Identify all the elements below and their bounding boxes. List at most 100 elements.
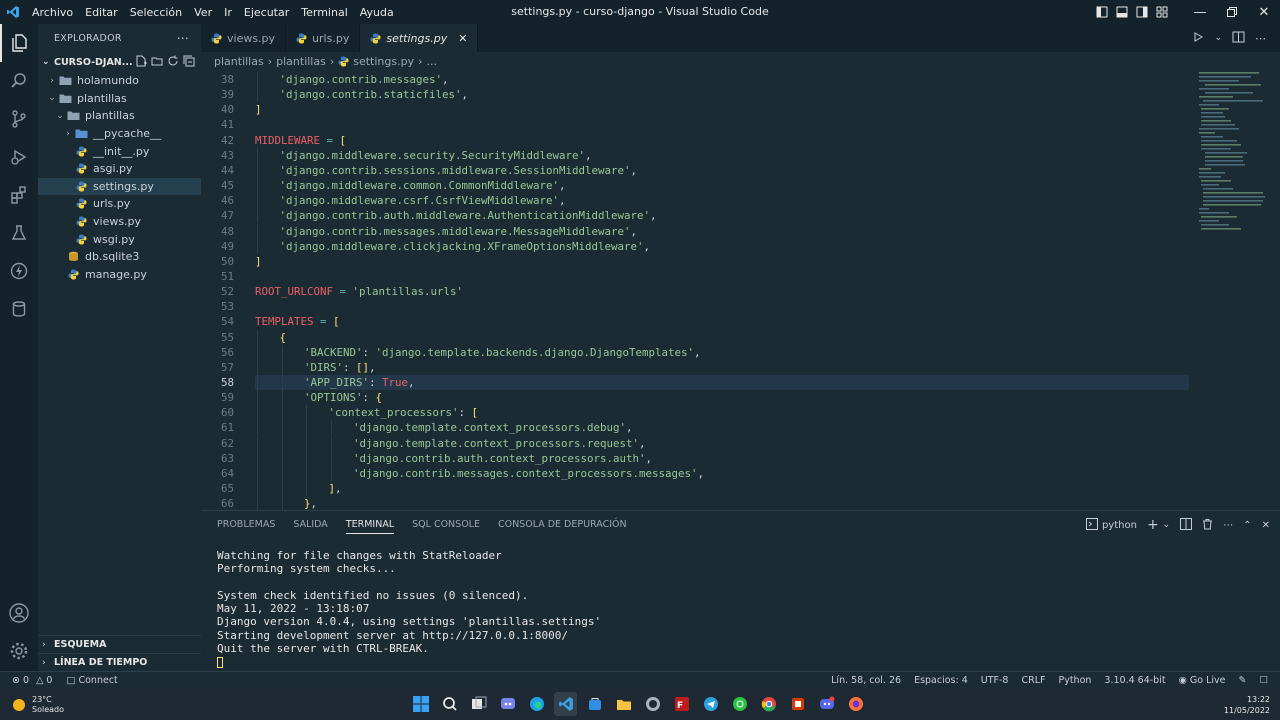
menu-item-archivo[interactable]: Archivo	[26, 6, 79, 19]
toggle-secondary-sidebar-icon[interactable]	[1134, 0, 1150, 24]
toggle-sidebar-icon[interactable]	[1094, 0, 1110, 24]
split-editor-icon[interactable]	[1232, 31, 1245, 46]
tab-urls[interactable]: urls.py	[286, 24, 361, 52]
extensions-icon[interactable]	[0, 176, 38, 214]
python-interpreter[interactable]: 3.10.4 64-bit	[1104, 675, 1165, 686]
panel-tab-salida[interactable]: SALIDA	[293, 519, 327, 530]
task-view-icon[interactable]	[467, 692, 490, 716]
accounts-icon[interactable]	[0, 594, 38, 632]
new-file-icon[interactable]	[135, 55, 147, 70]
project-folder-header[interactable]: ⌄ CURSO-DJAN...	[38, 52, 201, 72]
edge-browser-icon[interactable]	[525, 692, 548, 716]
menu-item-selección[interactable]: Selección	[124, 6, 188, 19]
end-of-line[interactable]: CRLF	[1021, 675, 1045, 686]
close-panel-icon[interactable]: ✕	[1262, 520, 1270, 531]
menu-item-ejecutar[interactable]: Ejecutar	[238, 6, 295, 19]
tree-item-urlspy[interactable]: urls.py	[38, 195, 201, 213]
testing-flask-icon[interactable]	[0, 214, 38, 252]
search-icon[interactable]	[0, 62, 38, 100]
breadcrumb-item[interactable]: plantillas	[214, 55, 264, 68]
feedback-icon[interactable]: ✎	[1239, 675, 1247, 686]
github-icon[interactable]	[641, 692, 664, 716]
more-actions-icon[interactable]: ⋯	[1255, 32, 1266, 45]
weather-widget[interactable]: 23°C Soleado	[0, 695, 64, 715]
firefox-icon[interactable]	[844, 692, 867, 716]
close-window-button[interactable]: ✕	[1248, 0, 1280, 24]
tree-item-managepy[interactable]: manage.py	[38, 266, 201, 284]
tree-item-dbsqlite3[interactable]: db.sqlite3	[38, 248, 201, 266]
panel-tab-terminal[interactable]: TERMINAL	[345, 515, 395, 534]
run-debug-icon[interactable]	[0, 138, 38, 176]
discord-icon[interactable]	[815, 692, 838, 716]
menu-item-ayuda[interactable]: Ayuda	[354, 6, 400, 19]
thunder-client-icon[interactable]	[0, 252, 38, 290]
trash-icon[interactable]	[1202, 518, 1213, 533]
terminal-output[interactable]: Watching for file changes with StatReloa…	[217, 549, 601, 669]
tree-item-plantillas[interactable]: ⌄ plantillas	[38, 90, 201, 108]
tree-item-initpy[interactable]: __init__.py	[38, 142, 201, 160]
database-icon[interactable]	[0, 290, 38, 328]
cursor-position[interactable]: Lín. 58, col. 26	[831, 675, 901, 686]
breadcrumb-item[interactable]: plantillas	[276, 55, 326, 68]
problems-indicator[interactable]: ⊗ 0 △ 0	[12, 675, 52, 686]
minimap[interactable]	[1191, 70, 1271, 510]
terminal-shell-name[interactable]: python	[1102, 520, 1137, 531]
tree-item-viewspy[interactable]: views.py	[38, 213, 201, 231]
menu-item-editar[interactable]: Editar	[79, 6, 124, 19]
restore-button[interactable]	[1216, 0, 1248, 24]
tab-settings[interactable]: settings.py ✕	[360, 24, 479, 52]
windows-start-icon[interactable]	[409, 692, 432, 716]
toggle-panel-icon[interactable]	[1114, 0, 1130, 24]
breadcrumb-item[interactable]: ...	[427, 55, 438, 68]
notifications-bell-icon[interactable]: ☐	[1259, 675, 1268, 686]
run-python-icon[interactable]	[1192, 31, 1204, 46]
office-icon[interactable]	[786, 692, 809, 716]
split-terminal-icon[interactable]	[1180, 517, 1193, 533]
whatsapp-icon[interactable]	[728, 692, 751, 716]
close-icon[interactable]: ✕	[458, 32, 467, 45]
store-icon[interactable]	[583, 692, 606, 716]
filezilla-icon[interactable]: F	[670, 692, 693, 716]
telegram-icon[interactable]	[699, 692, 722, 716]
tree-item-plantillas[interactable]: ⌄ plantillas	[38, 107, 201, 125]
explorer-icon[interactable]	[0, 24, 38, 62]
new-terminal-icon[interactable]: +	[1147, 517, 1159, 533]
tree-item-asgipy[interactable]: asgi.py	[38, 160, 201, 178]
tree-item-pycache[interactable]: › __pycache__	[38, 125, 201, 143]
menu-item-terminal[interactable]: Terminal	[295, 6, 354, 19]
more-actions-icon[interactable]: ⋯	[177, 31, 189, 45]
language-mode[interactable]: Python	[1058, 675, 1091, 686]
source-control-icon[interactable]	[0, 100, 38, 138]
panel-tab-sql-console[interactable]: SQL CONSOLE	[412, 519, 480, 530]
search-icon[interactable]	[438, 692, 461, 716]
outline-section[interactable]: › ESQUEMA	[38, 635, 201, 653]
menu-item-ir[interactable]: Ir	[218, 6, 238, 19]
tree-item-holamundo[interactable]: › holamundo	[38, 72, 201, 90]
go-live-button[interactable]: ◉ Go Live	[1179, 675, 1226, 686]
encoding[interactable]: UTF-8	[981, 675, 1009, 686]
connect-status[interactable]: □ Connect	[66, 675, 117, 686]
chevron-down-icon[interactable]: ⌄	[1214, 33, 1222, 43]
tree-item-wsgipy[interactable]: wsgi.py	[38, 230, 201, 248]
new-folder-icon[interactable]	[151, 55, 163, 70]
vscode-taskbar-icon[interactable]	[554, 692, 577, 716]
chevron-down-icon[interactable]: ⌄	[1163, 520, 1171, 530]
panel-tab-problemas[interactable]: PROBLEMAS	[217, 519, 275, 530]
teams-chat-icon[interactable]	[496, 692, 519, 716]
settings-gear-icon[interactable]	[0, 632, 38, 670]
chrome-icon[interactable]	[757, 692, 780, 716]
breadcrumb-item[interactable]: settings.py	[353, 55, 414, 68]
panel-tab-consola-de-depuraci-n[interactable]: CONSOLA DE DEPURACIÓN	[498, 519, 627, 530]
menu-item-ver[interactable]: Ver	[188, 6, 218, 19]
maximize-panel-icon[interactable]: ⌃	[1243, 520, 1251, 531]
timeline-section[interactable]: › LÍNEA DE TIEMPO	[38, 653, 201, 671]
customize-layout-icon[interactable]	[1154, 0, 1170, 24]
indentation[interactable]: Espacios: 4	[914, 675, 968, 686]
collapse-all-icon[interactable]	[183, 55, 195, 70]
minimize-button[interactable]: —	[1184, 0, 1216, 24]
tab-views[interactable]: views.py	[201, 24, 287, 52]
more-actions-icon[interactable]: ⋯	[1223, 520, 1233, 531]
system-clock[interactable]: 13:22 11/05/2022	[1224, 694, 1270, 716]
file-explorer-icon[interactable]	[612, 692, 635, 716]
tree-item-settingspy[interactable]: settings.py	[38, 177, 201, 196]
